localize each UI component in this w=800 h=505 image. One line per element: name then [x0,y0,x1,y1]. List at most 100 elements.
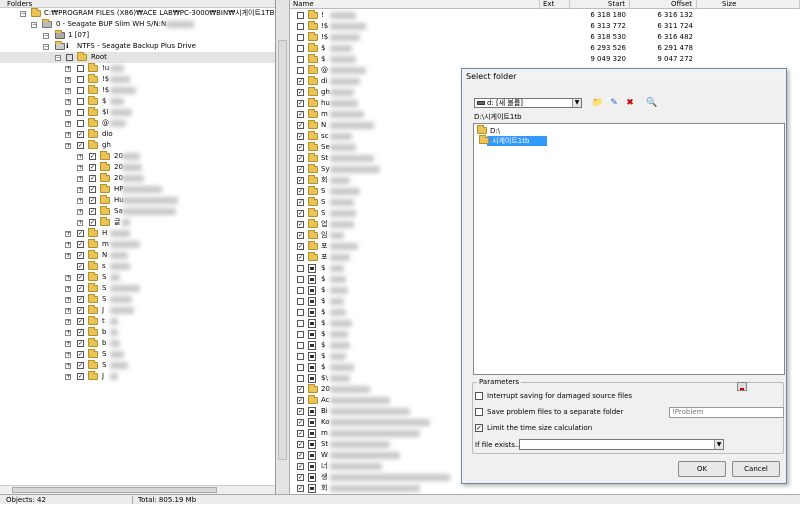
item-checkbox[interactable]: ✓ [77,329,84,336]
item-checkbox[interactable]: ✓ [89,208,96,215]
item-checkbox[interactable]: ✓ [77,230,84,237]
expand-icon[interactable]: + [77,176,83,182]
item-checkbox[interactable]: ✓ [89,164,96,171]
tree-row[interactable]: + ✓ Sa [0,206,275,217]
tree-row-path-root[interactable]: − C:₩PROGRAM FILES (X86)₩ACE LAB₩PC-3000… [0,8,275,19]
if-exists-select[interactable]: ▼ [519,439,724,450]
expand-icon[interactable]: + [65,308,71,314]
row-checkbox[interactable] [297,353,304,360]
tree-row[interactable]: + ✓ S [0,294,275,305]
item-checkbox[interactable]: ✓ [77,142,84,149]
horizontal-scrollbar[interactable] [0,485,275,494]
delete-button[interactable]: ✖ [624,97,636,109]
tree-row-root[interactable]: − Root [0,52,275,63]
row-checkbox[interactable] [297,276,304,283]
ok-button[interactable]: OK [678,461,726,477]
tree-row[interactable]: ✓ s [0,261,275,272]
row-checkbox[interactable]: ✓ [297,430,304,437]
collapse-icon[interactable]: − [55,55,61,61]
drive-select[interactable]: d: [새 볼륨] ▼ [474,98,582,108]
table-row[interactable]: $9 049 320 9 047 272 [290,54,800,65]
tree-row[interactable]: + ✓ H [0,228,275,239]
row-checkbox[interactable]: ✓ [297,452,304,459]
collapse-icon[interactable]: − [43,44,49,50]
row-checkbox[interactable] [297,23,304,30]
row-checkbox[interactable]: ✓ [297,419,304,426]
root-checkbox[interactable] [66,54,73,61]
tree-row[interactable]: + ✓ J [0,305,275,316]
expand-icon[interactable]: + [65,231,71,237]
row-checkbox[interactable]: ✓ [297,177,304,184]
expand-icon[interactable]: + [65,319,71,325]
folder-item-drive-root[interactable]: D:\ [477,125,677,136]
row-checkbox[interactable]: ✓ [297,397,304,404]
tree-row[interactable]: + ✓ 20 [0,151,275,162]
item-checkbox[interactable] [77,65,84,72]
row-checkbox[interactable]: ✓ [297,254,304,261]
expand-icon[interactable]: + [65,88,71,94]
row-checkbox[interactable]: ✓ [297,78,304,85]
expand-icon[interactable]: + [65,99,71,105]
item-checkbox[interactable] [77,76,84,83]
expand-icon[interactable]: + [77,209,83,215]
tree-row[interactable]: + $ [0,96,275,107]
row-checkbox[interactable]: ✓ [297,133,304,140]
item-checkbox[interactable]: ✓ [89,175,96,182]
collapse-icon[interactable]: − [31,22,37,28]
item-checkbox[interactable]: ✓ [77,131,84,138]
folder-list[interactable]: D:\ 시게이트1tb [473,123,785,375]
expand-icon[interactable]: + [65,374,71,380]
expand-icon[interactable]: + [77,220,83,226]
row-checkbox[interactable]: ✓ [297,155,304,162]
row-checkbox[interactable]: ✓ [297,166,304,173]
item-checkbox[interactable]: ✓ [77,318,84,325]
row-checkbox[interactable]: ✓ [297,386,304,393]
item-checkbox[interactable]: ✓ [89,186,96,193]
expand-icon[interactable]: + [77,187,83,193]
tree-row[interactable]: + ✓ Hu [0,195,275,206]
row-checkbox[interactable]: ✓ [297,232,304,239]
column-start[interactable]: Start [570,0,630,9]
row-checkbox[interactable]: ✓ [297,122,304,129]
problem-folder-input[interactable]: !Problem [669,407,784,418]
expand-icon[interactable]: + [65,132,71,138]
tree-row[interactable]: + $I [0,107,275,118]
tree-row[interactable]: + ✓ gh [0,140,275,151]
row-checkbox[interactable]: ✓ [297,199,304,206]
column-name[interactable]: Name [290,0,540,9]
column-offset[interactable]: Offset [630,0,697,9]
tree-row[interactable]: + !$ [0,85,275,96]
limit-checkbox[interactable]: ✓ [475,424,483,432]
row-checkbox[interactable] [297,287,304,294]
row-checkbox[interactable] [297,364,304,371]
row-checkbox[interactable]: ✓ [297,210,304,217]
vertical-scrollbar[interactable] [276,0,290,494]
item-checkbox[interactable]: ✓ [77,340,84,347]
expand-icon[interactable]: + [77,154,83,160]
row-checkbox[interactable] [297,265,304,272]
expand-icon[interactable]: + [65,286,71,292]
rename-button[interactable]: ✎ [608,97,620,109]
row-checkbox[interactable]: ✓ [297,221,304,228]
expand-icon[interactable]: + [77,198,83,204]
expand-icon[interactable]: + [65,253,71,259]
expand-icon[interactable]: + [65,341,71,347]
tree-row[interactable]: + ✓ S [0,283,275,294]
tree-row[interactable]: + !$ [0,74,275,85]
expand-icon[interactable]: + [65,66,71,72]
tree-row[interactable]: + !u [0,63,275,74]
row-checkbox[interactable] [297,331,304,338]
expand-icon[interactable]: + [65,363,71,369]
item-checkbox[interactable]: ✓ [77,274,84,281]
item-checkbox[interactable]: ✓ [77,373,84,380]
row-checkbox[interactable]: ✓ [297,441,304,448]
scrollbar-thumb[interactable] [12,487,217,493]
table-row[interactable]: !$ 6 313 772 6 311 724 [290,21,800,32]
tree-row[interactable]: + ✓ S [0,272,275,283]
row-checkbox[interactable] [297,320,304,327]
cancel-button[interactable]: Cancel [732,461,780,477]
expand-icon[interactable]: + [65,330,71,336]
new-folder-button[interactable]: 📁 [592,97,604,109]
expand-icon[interactable]: + [65,77,71,83]
item-checkbox[interactable]: ✓ [77,241,84,248]
